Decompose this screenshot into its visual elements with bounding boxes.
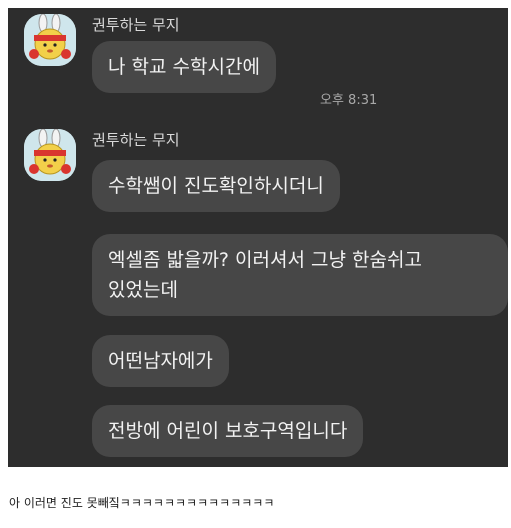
muzi-boxer-avatar-icon	[24, 129, 76, 181]
message-bubble[interactable]: 수학쌤이 진도확인하시더니	[92, 160, 340, 212]
muzi-boxer-avatar-icon	[24, 14, 76, 66]
message-timestamp: 오후 8:31	[320, 93, 378, 108]
message-line: 엑셀좀 밟을까? 이러셔서 그냥 한숨쉬고	[108, 249, 422, 271]
message-bubble[interactable]: 전방에 어린이 보호구역입니다	[92, 405, 364, 457]
chat-screen: 권투하는 무지 나 학교 수학시간에 오후 8:31 권투하는 무지 수학쌤이 …	[8, 8, 508, 467]
message-line: 있었는데	[108, 279, 178, 301]
sender-name: 권투하는 무지	[92, 16, 180, 34]
message-bubble[interactable]: 나 학교 수학시간에	[92, 41, 276, 93]
message-bubble[interactable]: 엑셀좀 밟을까? 이러셔서 그냥 한숨쉬고 있었는데	[92, 234, 508, 316]
message-bubble[interactable]: 어떤남자에가	[92, 335, 229, 387]
profile-avatar[interactable]	[24, 129, 76, 181]
post-caption: 아 이러면 진도 못빼짘ㅋㅋㅋㅋㅋㅋㅋㅋㅋㅋㅋㅋㅋㅋ	[9, 496, 275, 510]
profile-avatar[interactable]	[24, 14, 76, 66]
sender-name: 권투하는 무지	[92, 131, 180, 149]
